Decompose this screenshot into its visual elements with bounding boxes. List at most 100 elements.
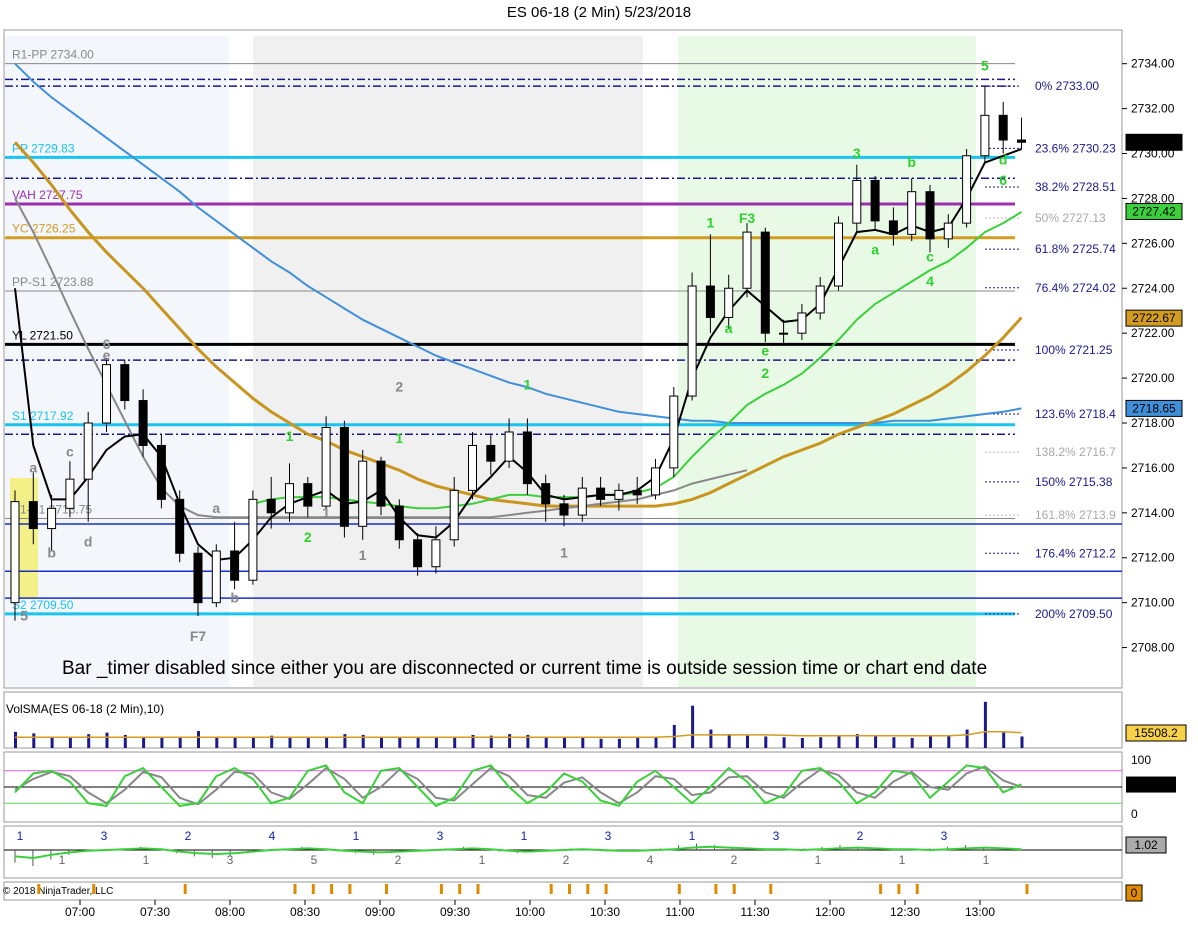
candle-body [211, 550, 221, 604]
x-tick-label: 11:00 [665, 905, 694, 919]
macd-wave-count: 1 [479, 853, 486, 867]
y-tick-label: 2734.00 [1131, 57, 1175, 71]
y-tick-label: 2720.00 [1131, 371, 1175, 385]
time-marker [568, 884, 571, 894]
macd-wave-count: 2 [563, 853, 570, 867]
candle-body [907, 191, 917, 235]
wave-label: 5 [981, 57, 989, 73]
wave-label: b [47, 545, 56, 561]
macd-wave-count: 1 [353, 829, 360, 843]
x-tick-label: 07:00 [65, 905, 95, 919]
candle-body [47, 507, 57, 530]
wave-label: a [212, 500, 220, 516]
candle-body [870, 179, 880, 222]
fib-level-label: 200% 2709.50 [1035, 607, 1113, 621]
candle-body [669, 395, 679, 469]
session-shade-morning [253, 36, 643, 687]
volume-bar [746, 735, 749, 748]
candle-body [230, 550, 240, 581]
candle-body [779, 332, 789, 335]
candle-body [687, 285, 697, 397]
time-marker [92, 884, 96, 894]
candle-body [413, 539, 423, 568]
volume-bar [947, 734, 951, 748]
volume-bar [416, 738, 420, 748]
fib-level-label: 38.2% 2728.51 [1035, 180, 1116, 194]
y-tick-label: 2722.00 [1131, 326, 1175, 340]
chart-canvas[interactable]: 2734.002732.002730.002728.002726.002724.… [0, 0, 1198, 952]
candle-body [962, 155, 972, 224]
y-tick-label: 2726.00 [1131, 236, 1175, 250]
fib-level-label: 123.6% 2718.4 [1035, 407, 1116, 421]
volume-bar [727, 734, 731, 748]
wave-label: 1 [395, 430, 403, 446]
wave-label: F3 [739, 210, 756, 226]
volume-bar [398, 737, 402, 748]
x-tick-label: 07:30 [140, 905, 170, 919]
candle-body [888, 220, 898, 235]
volume-bar [599, 738, 603, 748]
wave-label: 6 [999, 172, 1007, 188]
x-tick-label: 08:30 [290, 905, 320, 919]
wave-label: b [907, 154, 916, 170]
wave-label: b [230, 590, 239, 606]
volume-bar [32, 733, 36, 748]
candle-body [815, 285, 825, 314]
time-marker [1025, 884, 1029, 894]
candle-body [486, 444, 496, 462]
candle-body [303, 483, 313, 507]
volume-bar [1020, 736, 1024, 748]
candle-body [943, 222, 953, 240]
volume-bar [563, 738, 566, 748]
macd-wave-count: 2 [857, 829, 864, 843]
candle-body [376, 460, 386, 507]
candle-body [449, 489, 459, 541]
candle-body [156, 444, 166, 500]
time-marker [330, 884, 334, 894]
wave-label: e [761, 343, 769, 359]
candle-body [541, 483, 551, 505]
pivot-level-label: R1-PP 2734.00 [12, 48, 94, 62]
time-marker [549, 884, 553, 894]
candle-body [394, 505, 404, 541]
volume-indicator-title: VolSMA(ES 06-18 (2 Min),10) [6, 702, 164, 716]
candle-body [651, 467, 660, 496]
time-marker [677, 884, 681, 894]
marker-panel [3, 881, 1123, 901]
volume-bar [764, 736, 768, 748]
volume-bar [105, 732, 109, 748]
pivot-level-label: PP-S1 2723.88 [12, 275, 94, 289]
macd-wave-count: 1 [17, 829, 24, 843]
volume-bar [215, 736, 219, 748]
macd-wave-count: 1 [815, 853, 822, 867]
y-tick-label: 2712.00 [1131, 551, 1175, 565]
time-marker [293, 884, 297, 894]
candle-body [83, 422, 93, 480]
macd-wave-count: 1 [521, 829, 528, 843]
y-tick-label: 2718.00 [1131, 416, 1175, 430]
fib-level-label: 61.8% 2725.74 [1035, 242, 1116, 256]
candle-body [998, 114, 1008, 141]
candle-body [138, 400, 148, 446]
time-marker [897, 884, 901, 894]
x-tick-label: 10:30 [590, 905, 620, 919]
macd-wave-count: 1 [59, 853, 66, 867]
wave-label: 1 [286, 428, 294, 444]
wave-label: 2 [761, 365, 769, 381]
volume-bar [68, 737, 72, 748]
volume-bar [837, 735, 841, 748]
fib-level-label: 0% 2733.00 [1035, 79, 1099, 93]
candle-body [577, 487, 587, 516]
wave-label: 1 [524, 376, 532, 392]
y-tick-label: 2732.00 [1131, 102, 1175, 116]
candle-body [632, 489, 642, 496]
macd-wave-count: 3 [101, 829, 108, 843]
x-tick-label: 09:00 [365, 905, 395, 919]
time-marker [458, 884, 462, 894]
price-badge-label: 2722.67 [1132, 311, 1176, 325]
volume-bar [910, 738, 914, 748]
candle-body [760, 231, 770, 334]
fib-level-label: 150% 2715.38 [1035, 475, 1113, 489]
fib-level-label: 23.6% 2730.23 [1035, 141, 1116, 155]
wave-label: 1 [707, 215, 715, 231]
